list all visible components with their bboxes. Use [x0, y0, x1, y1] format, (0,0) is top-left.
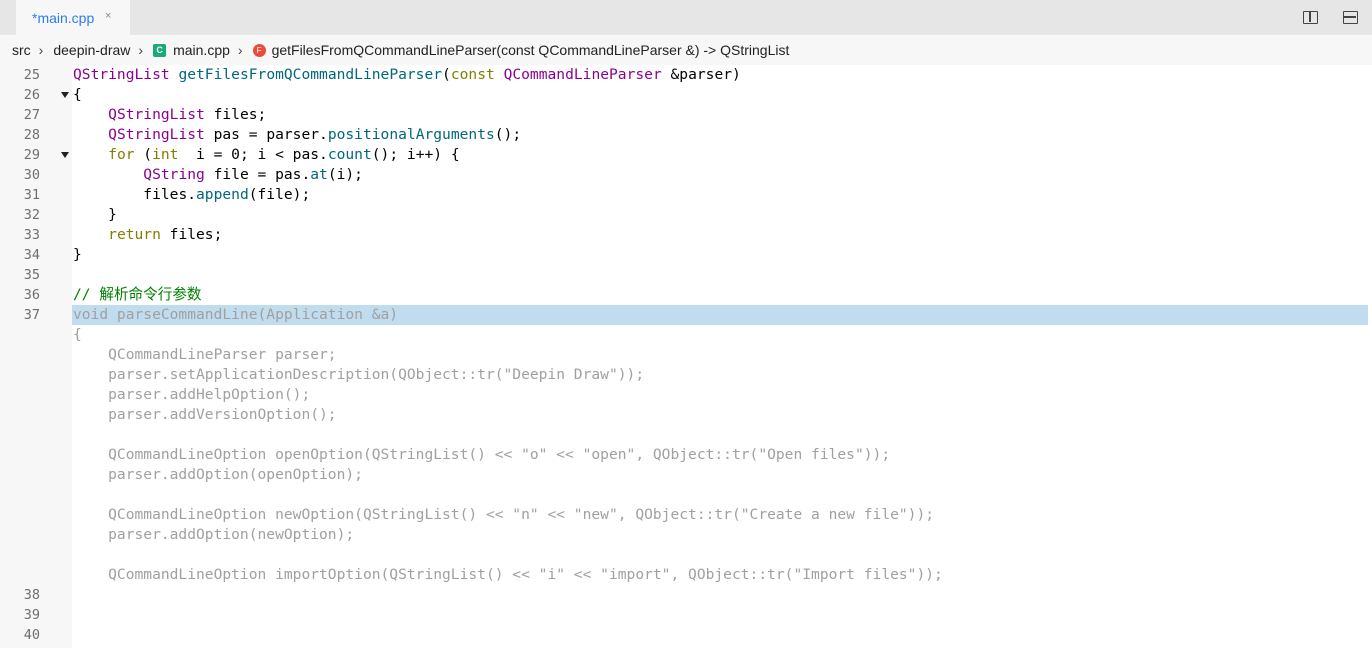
chevron-right-icon: ›: [138, 42, 144, 58]
code-line: QString file = pas.at(i);: [143, 166, 363, 183]
code-comment: // 解析命令行参数: [73, 286, 202, 303]
fold-arrow-icon[interactable]: [61, 92, 69, 98]
line-number: 30: [23, 167, 40, 183]
code-line: }: [108, 206, 117, 223]
cpp-file-icon: C: [153, 43, 167, 57]
line-number: 38: [23, 587, 40, 603]
close-icon[interactable]: ×: [105, 10, 111, 22]
code-line: {: [73, 86, 82, 103]
line-number: 33: [23, 227, 40, 243]
code-line: QStringList pas = parser.positionalArgum…: [108, 126, 522, 143]
line-number: 35: [23, 267, 40, 283]
ghost-code-line: QCommandLineOption importOption(QStringL…: [73, 566, 943, 583]
tab-bar: *main.cpp ×: [0, 0, 1372, 35]
code-line: QStringList getFilesFromQCommandLinePars…: [73, 66, 741, 83]
tab-main-cpp[interactable]: *main.cpp ×: [16, 0, 130, 35]
code-line: QStringList files;: [108, 106, 267, 123]
code-line: return files;: [108, 226, 223, 243]
ghost-code-line: QCommandLineOption openOption(QStringLis…: [73, 446, 891, 463]
breadcrumb: src › deepin-draw › C main.cpp › F getFi…: [0, 35, 1372, 65]
line-number: 26: [23, 87, 40, 103]
code-line: for (int i = 0; i < pas.count(); i++) {: [108, 146, 460, 163]
line-number: 40: [23, 627, 40, 643]
line-number: 25: [23, 67, 40, 83]
ghost-code-line: QCommandLineParser parser;: [73, 346, 337, 363]
line-number: 28: [23, 127, 40, 143]
chevron-right-icon: ›: [38, 42, 44, 58]
line-number: 27: [23, 107, 40, 123]
fold-arrow-icon[interactable]: [61, 152, 69, 158]
line-number: 29: [23, 147, 40, 163]
code-line: void parseCommandLine(Application &a): [73, 306, 399, 323]
ghost-code-line: {: [73, 326, 82, 343]
ghost-code-line: parser.addOption(newOption);: [73, 526, 355, 543]
breadcrumb-folder[interactable]: deepin-draw: [53, 42, 130, 58]
ghost-code-line: parser.setApplicationDescription(QObject…: [73, 366, 645, 383]
ghost-code-line: parser.addVersionOption();: [73, 406, 337, 423]
code-editor[interactable]: 25 26 27 28 29 30 31 32 33 34 35 36 37 3…: [0, 65, 1372, 648]
chevron-right-icon: ›: [237, 42, 243, 58]
ghost-code-line: QCommandLineOption newOption(QStringList…: [73, 506, 935, 523]
function-symbol-icon: F: [252, 43, 266, 57]
breadcrumb-symbol[interactable]: getFilesFromQCommandLineParser(const QCo…: [272, 42, 790, 58]
line-number: 36: [23, 287, 40, 303]
line-gutter: 25 26 27 28 29 30 31 32 33 34 35 36 37 3…: [0, 65, 72, 648]
toggle-panel-icon[interactable]: [1343, 11, 1358, 24]
ghost-code-line: parser.addOption(openOption);: [73, 466, 363, 483]
line-number: 37: [23, 307, 40, 323]
line-number: 34: [23, 247, 40, 263]
tab-label[interactable]: *main.cpp: [32, 10, 94, 26]
breadcrumb-src[interactable]: src: [12, 42, 31, 58]
code-line: files.append(file);: [143, 186, 311, 203]
line-number: 39: [23, 607, 40, 623]
split-editor-icon[interactable]: [1303, 11, 1318, 24]
ghost-code-line: parser.addHelpOption();: [73, 386, 311, 403]
line-number: 32: [23, 207, 40, 223]
code-line: }: [73, 246, 82, 263]
breadcrumb-file[interactable]: main.cpp: [173, 42, 230, 58]
line-number: 31: [23, 187, 40, 203]
